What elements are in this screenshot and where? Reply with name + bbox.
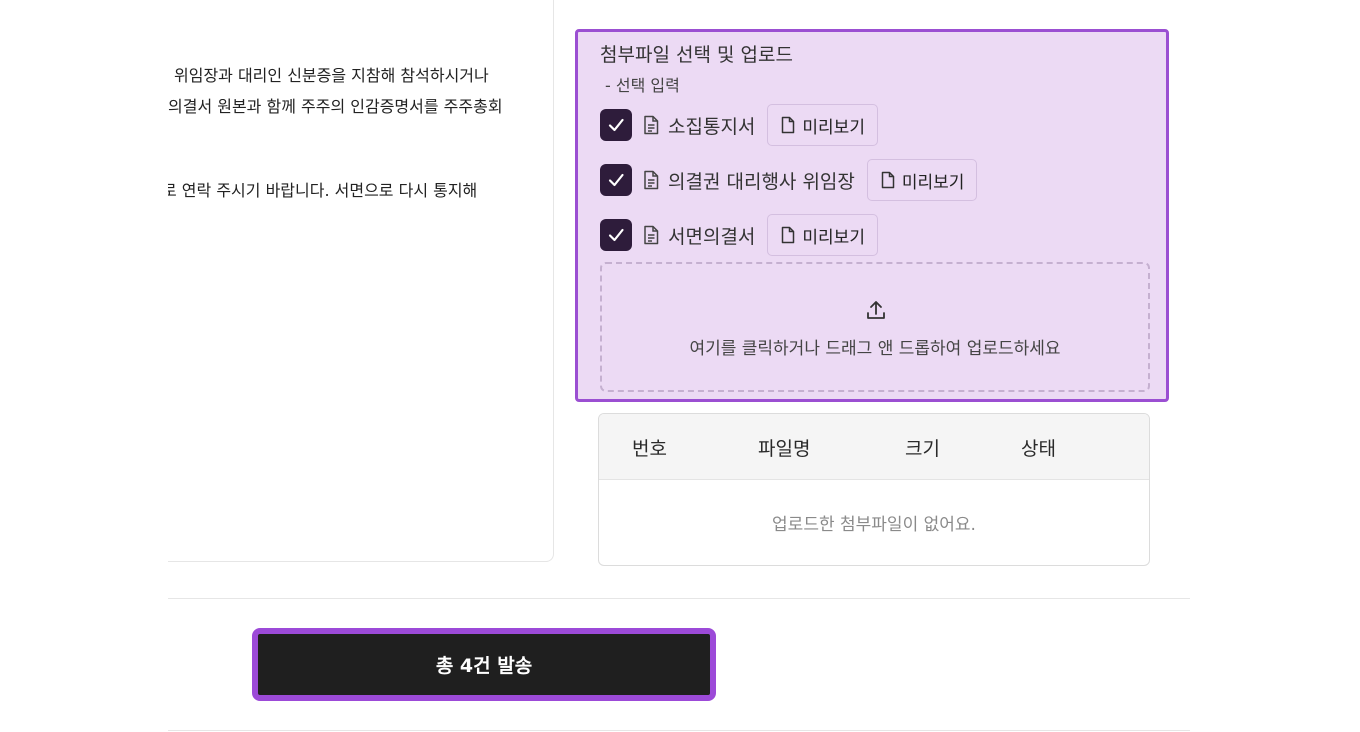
bottom-divider [168, 730, 1190, 731]
attachment-checkbox[interactable] [600, 109, 632, 141]
section-divider [168, 598, 1190, 599]
column-header-size: 크기 [905, 438, 940, 460]
preview-button[interactable]: 미리보기 [767, 214, 878, 256]
upload-icon [867, 301, 885, 319]
attachment-section: 첨부파일 선택 및 업로드 - 선택 입력 소집통지서 미리보기 의결권 대리행… [575, 29, 1169, 402]
column-header-number: 번호 [632, 438, 667, 460]
notice-line-3: 로 연락 주시기 바랍니다. 서면으로 다시 통지해 [168, 181, 478, 200]
attachment-label: 소집통지서 [668, 115, 756, 138]
notice-line-2: 의결서 원본과 함께 주주의 인감증명서를 주주총회 [168, 97, 503, 116]
attachment-label: 서면의결서 [668, 225, 756, 248]
send-button[interactable]: 총 4건 발송 [252, 628, 716, 701]
file-icon [880, 171, 896, 189]
document-icon [642, 225, 660, 245]
column-header-filename: 파일명 [758, 438, 811, 460]
column-header-status: 상태 [1021, 438, 1056, 460]
dropzone-text: 여기를 클릭하거나 드래그 앤 드롭하여 업로드하세요 [689, 339, 1061, 359]
document-icon [642, 115, 660, 135]
attachment-label: 의결권 대리행사 위임장 [668, 170, 855, 193]
table-header: 번호 파일명 크기 상태 [599, 414, 1149, 480]
file-icon [780, 116, 796, 134]
check-icon [608, 173, 624, 187]
attachment-row: 소집통지서 미리보기 [600, 103, 878, 147]
notice-line-1: 위임장과 대리인 신분증을 지참해 참석하시거나 [174, 66, 489, 85]
attachment-checkbox[interactable] [600, 219, 632, 251]
file-icon [780, 226, 796, 244]
upload-dropzone[interactable]: 여기를 클릭하거나 드래그 앤 드롭하여 업로드하세요 [600, 262, 1150, 392]
check-icon [608, 118, 624, 132]
attachment-checkbox[interactable] [600, 164, 632, 196]
empty-table-message: 업로드한 첨부파일이 없어요. [772, 515, 976, 535]
notice-panel: 위임장과 대리인 신분증을 지참해 참석하시거나 의결서 원본과 함께 주주의 … [168, 0, 554, 562]
preview-button[interactable]: 미리보기 [767, 104, 878, 146]
document-icon [642, 170, 660, 190]
attachment-title: 첨부파일 선택 및 업로드 [600, 44, 793, 66]
preview-button[interactable]: 미리보기 [866, 159, 978, 201]
preview-button-label: 미리보기 [901, 172, 965, 193]
page: 위임장과 대리인 신분증을 지참해 참석하시거나 의결서 원본과 함께 주주의 … [0, 0, 1360, 732]
attachment-subtitle: - 선택 입력 [605, 76, 680, 95]
uploaded-files-table: 번호 파일명 크기 상태 업로드한 첨부파일이 없어요. [598, 413, 1150, 566]
attachment-row: 의결권 대리행사 위임장 미리보기 [600, 158, 978, 202]
preview-button-label: 미리보기 [802, 117, 865, 138]
check-icon [608, 228, 624, 242]
preview-button-label: 미리보기 [802, 227, 865, 248]
attachment-row: 서면의결서 미리보기 [600, 213, 878, 257]
